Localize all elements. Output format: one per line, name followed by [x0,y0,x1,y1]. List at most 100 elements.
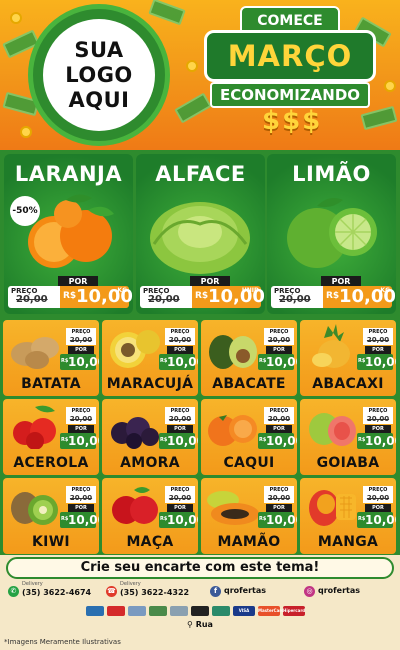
old-price: 20,00 [66,415,96,424]
apple-image [112,487,158,524]
por-label: POR [365,425,391,433]
contact-facebook[interactable]: f qrofertas [210,581,290,603]
cta-banner[interactable]: Crie seu encarte com este tema! [6,557,394,579]
por-label: POR [266,425,292,433]
product-card-mamao[interactable]: PREÇO 20,00 POR R$10,00 MAMÃO [201,478,297,554]
featured-name: LARANJA [14,162,123,186]
product-price: PREÇO 20,00 POR R$10,00 [60,486,99,528]
unit: KG [117,287,127,294]
acerola-image [13,405,56,449]
product-name: KIWI [32,534,70,550]
card-icon [149,606,167,616]
phone-icon: ☎ [106,586,117,597]
product-name: MAMÃO [217,534,281,550]
promo-top-label: COMECE [240,6,340,32]
old-price: 20,00 [66,494,96,503]
address-text: Rua [195,620,213,629]
preco-label: PREÇO [165,407,195,415]
coin-decoration [10,12,22,24]
old-price: 20,00 [363,336,393,345]
preco-label: PREÇO [363,407,393,415]
contact-whatsapp[interactable]: ✆ Delivery (35) 3622-4674 [8,581,104,603]
product-card-acerola[interactable]: PREÇO 20,00 POR R$10,00 ACEROLA [3,399,99,475]
orange-image [28,194,114,268]
new-price-box: R$10,00 [258,354,297,370]
preco-label: PREÇO [165,486,195,494]
new-price-box: R$10,00 [357,433,396,449]
contact-instagram[interactable]: ◎ qrofertas [304,581,394,603]
new-price: 10,00 [365,355,396,369]
product-grid: PREÇO 20,00 POR R$10,00 BATATA PREÇO 20,… [0,318,400,555]
old-price-box: PREÇO 20,00 [271,286,323,308]
preco-label: PREÇO [264,328,294,336]
preco-label: PREÇO [363,486,393,494]
por-label: POR [167,346,193,354]
logo-line-1: SUA [74,37,124,62]
persimmon-image [208,415,257,446]
passion-fruit-image [110,330,160,368]
old-price: 20,00 [16,294,48,305]
product-price: PREÇO 20,00 POR R$10,00 [357,407,396,449]
product-name: BATATA [21,376,81,392]
por-label: POR [68,425,94,433]
product-price: PREÇO 20,00 POR R$10,00 [258,407,297,449]
new-price-box: R$10,00 [159,512,198,528]
por-label: POR [68,346,94,354]
product-card-kiwi[interactable]: PREÇO 20,00 POR R$10,00 KIWI [3,478,99,554]
contact-phone[interactable]: ☎ Delivery (35) 3622-4322 [106,581,202,603]
product-price: PREÇO 20,00 POR R$10,00 [258,328,297,370]
unit: UNID [241,287,259,294]
featured-card-limao[interactable]: LIMÃO POR PREÇO 20,00 R$ 10,00 KG [267,154,396,314]
promo-main-label: MARÇO [204,30,376,82]
card-icon [86,606,104,616]
old-price: 20,00 [165,336,195,345]
header-banner: SUA LOGO AQUI COMECE MARÇO ECONOMIZANDO … [0,0,400,150]
product-card-abacate[interactable]: PREÇO 20,00 POR R$10,00 ABACATE [201,320,297,396]
facebook-icon: f [210,586,221,597]
product-card-caqui[interactable]: PREÇO 20,00 POR R$10,00 CAQUI [201,399,297,475]
coin-decoration [20,126,32,138]
product-card-manga[interactable]: PREÇO 20,00 POR R$10,00 MANGA [300,478,396,554]
new-price: 10,00 [68,355,99,369]
mango-image [309,490,356,526]
new-price: 10,00 [266,355,297,369]
whatsapp-icon: ✆ [8,586,19,597]
coin-decoration [186,60,198,72]
new-price-box: R$10,00 [159,354,198,370]
product-card-batata[interactable]: PREÇO 20,00 POR R$10,00 BATATA [3,320,99,396]
new-price-box: R$ 10,00 KG [60,286,133,308]
product-card-goiaba[interactable]: PREÇO 20,00 POR R$10,00 GOIABA [300,399,396,475]
promo-title: COMECE MARÇO ECONOMIZANDO $$$ [200,2,400,142]
avocado-image [209,335,257,369]
featured-card-laranja[interactable]: LARANJA -50% POR PREÇO 20,00 R$ 10,00 KG [4,154,133,314]
product-name: MARACUJÁ [106,376,194,392]
product-name: MAÇA [126,534,174,550]
preco-label: PREÇO [165,328,195,336]
potato-image [11,337,59,369]
product-card-amora[interactable]: PREÇO 20,00 POR R$10,00 AMORA [102,399,198,475]
featured-products: LARANJA -50% POR PREÇO 20,00 R$ 10,00 KG… [0,150,400,318]
old-price: 20,00 [264,336,294,345]
currency: R$ [326,291,340,301]
new-price: 10,00 [167,513,198,527]
new-price: 10,00 [365,513,396,527]
lettuce-image [150,202,250,274]
featured-card-alface[interactable]: ALFACE POR PREÇO 20,00 R$ 10,00 UNID [136,154,265,314]
contact-value: qrofertas [224,586,267,595]
pineapple-image [312,324,350,368]
product-card-abacaxi[interactable]: PREÇO 20,00 POR R$10,00 ABACAXI [300,320,396,396]
preco-label: PREÇO [66,486,96,494]
old-price: 20,00 [363,415,393,424]
logo-line-3: AQUI [68,87,130,112]
contact-bar: ✆ Delivery (35) 3622-4674 ☎ Delivery (35… [0,581,400,603]
product-card-maracuja[interactable]: PREÇO 20,00 POR R$10,00 MARACUJÁ [102,320,198,396]
product-name: ACEROLA [13,455,89,471]
preco-label: PREÇO [66,407,96,415]
old-price-box: PREÇO 20,00 [8,286,60,308]
product-price: PREÇO 20,00 POR R$10,00 [60,328,99,370]
pix-icon [212,606,230,616]
new-price-box: R$10,00 [357,354,396,370]
product-card-maca[interactable]: PREÇO 20,00 POR R$10,00 MAÇA [102,478,198,554]
product-name: ABACAXI [312,376,384,392]
contact-label: Delivery [22,581,43,587]
